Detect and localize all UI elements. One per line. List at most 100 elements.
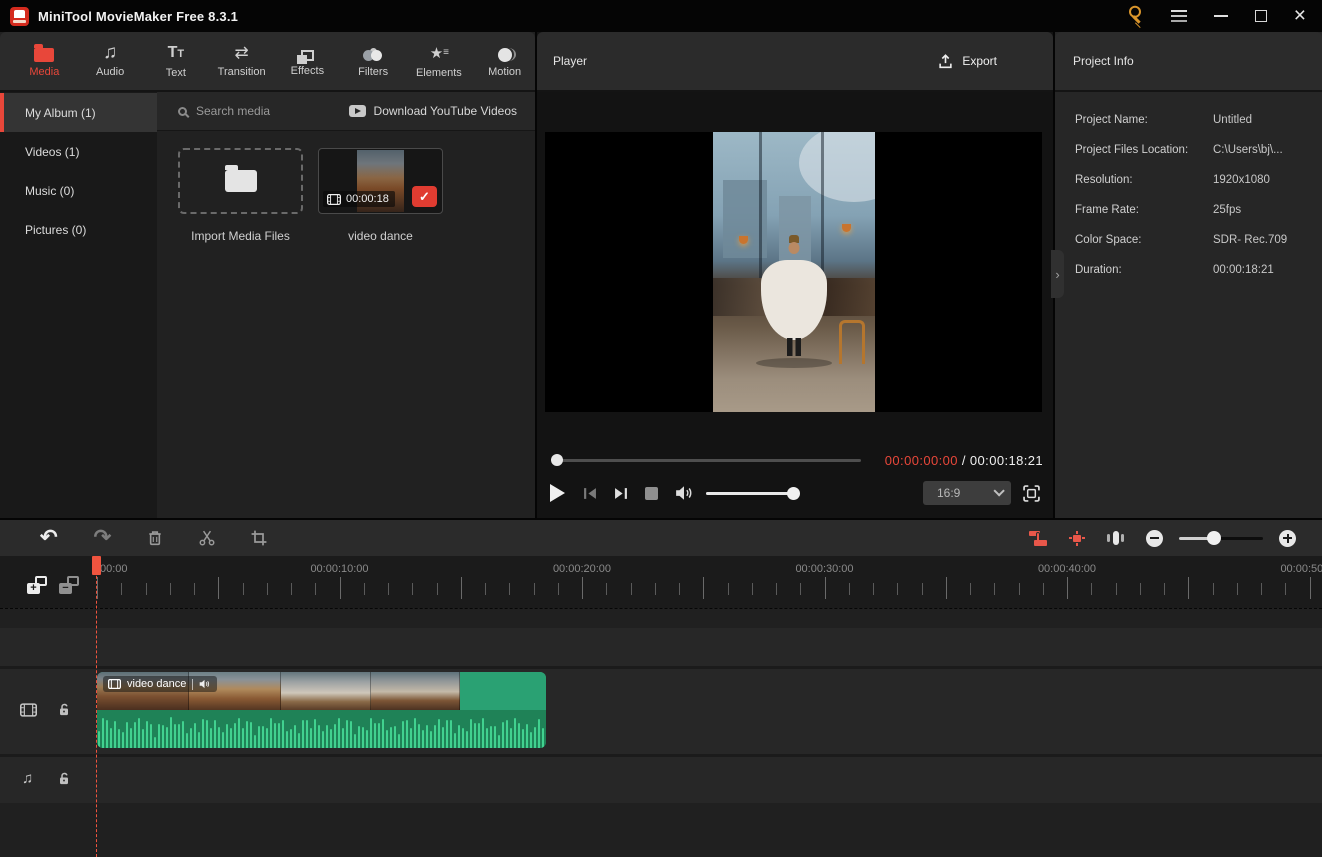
split-button[interactable] [199,530,215,546]
project-info-panel: Project Info Project Name: Untitled Proj… [1055,32,1322,518]
ruler-tick [1310,577,1311,599]
tab-motion[interactable]: Motion [474,32,535,90]
waveform-bar [278,723,280,748]
total-time: 00:00:18:21 [970,453,1043,468]
waveform-bar [190,728,192,748]
timeline-clip-video-dance[interactable]: video dance [97,672,546,748]
delete-button[interactable] [147,530,163,546]
next-frame-button[interactable] [614,487,628,500]
collapse-track-button[interactable]: − [59,576,79,594]
download-youtube-button[interactable]: Download YouTube Videos [349,104,517,118]
sidebar-item-my-album[interactable]: My Album (1) [0,93,157,132]
volume-slider[interactable] [706,492,799,495]
stop-button[interactable] [645,487,658,500]
video-track-lock-icon[interactable] [58,702,70,717]
redo-button[interactable]: ↷ [94,528,112,548]
waveform-bar [282,720,284,749]
tab-filters[interactable]: Filters [343,32,404,90]
waveform-bar [426,725,428,748]
video-preview-stage [545,132,1042,412]
collapse-panel-button[interactable]: › [1051,250,1064,298]
zoom-out-button[interactable] [1146,530,1163,547]
player-title: Player [553,54,587,68]
tab-effects[interactable]: Effects [277,32,338,90]
waveform-bar [534,727,536,748]
tab-media[interactable]: Media [14,32,75,90]
waveform-bar [382,719,384,749]
tab-transition[interactable]: ⇄ Transition [211,32,272,90]
waveform-bar [110,728,112,748]
waveform-bar [126,722,128,748]
tab-elements[interactable]: ★≡ Elements [409,32,470,90]
audio-track[interactable] [0,757,1322,803]
ruler-tick [243,583,244,595]
aspect-ratio-dropdown[interactable]: 16:9 [923,481,1011,505]
waveform-bar [538,719,540,748]
waveform-bar [498,735,500,748]
timeline-overlay-track[interactable] [0,628,1322,666]
seek-bar[interactable] [553,459,861,462]
film-icon [327,194,341,205]
zoom-in-button[interactable] [1279,530,1296,547]
snap-marker-icon[interactable] [1069,531,1085,546]
ruler-tick [534,583,535,595]
timeline-empty-area [0,803,1322,857]
waveform-bar [274,723,276,748]
fit-timeline-icon[interactable] [1107,530,1124,546]
library-panel: Media ♫ Audio TT Text ⇄ Transition Effec… [0,32,535,518]
video-frame [713,132,875,412]
waveform-bar [246,721,248,748]
waveform-bar [142,729,144,748]
sidebar-item-music[interactable]: Music (0) [0,171,157,210]
waveform-bar [390,727,392,748]
ruler-tick [315,583,316,595]
timeline-drop-row [0,608,1322,628]
tab-audio[interactable]: ♫ Audio [80,32,141,90]
audio-track-lock-icon[interactable] [58,771,70,786]
close-button[interactable]: × [1294,9,1306,23]
timeline-zoom-slider[interactable] [1179,537,1263,540]
timeline-ruler[interactable]: 00:0000:00:10:0000:00:20:0000:00:30:0000… [0,556,1322,608]
license-key-icon[interactable] [1122,3,1147,28]
waveform-bar [310,728,312,748]
undo-button[interactable]: ↶ [40,528,58,548]
waveform-bar [158,724,160,748]
zoom-slider-handle[interactable] [1207,531,1221,545]
attach-clip-icon[interactable] [1029,531,1047,546]
maximize-button[interactable] [1255,10,1267,22]
ruler-tick [267,583,268,595]
playhead-handle[interactable] [92,556,101,575]
volume-handle[interactable] [787,487,800,500]
search-input[interactable]: Search media [178,104,270,118]
fullscreen-button[interactable] [1023,485,1040,502]
sidebar-item-pictures[interactable]: Pictures (0) [0,210,157,249]
waveform-bar [318,725,320,748]
ruler-tick [146,583,147,595]
previous-frame-button[interactable] [583,487,597,500]
volume-icon[interactable] [675,485,693,501]
chevron-down-icon [993,485,1004,496]
tab-text[interactable]: TT Text [146,32,207,90]
media-clip-card[interactable]: 00:00:18 ✓ [318,148,443,214]
waveform-bar [542,728,544,748]
waveform-bar [522,729,524,748]
ruler-tick [873,583,874,595]
waveform-bar [402,721,404,748]
sidebar-item-videos[interactable]: Videos (1) [0,132,157,171]
ruler-tick [218,577,219,599]
import-media-button[interactable] [178,148,303,214]
ruler-tick [437,583,438,595]
seek-handle[interactable] [551,454,563,466]
waveform-bar [150,724,152,748]
crop-button[interactable] [251,530,267,546]
export-button[interactable]: Export [938,54,997,69]
search-placeholder: Search media [196,104,270,118]
add-track-button[interactable]: + [27,576,47,594]
waveform-bar [342,728,344,748]
play-button[interactable] [550,484,565,502]
waveform-bar [302,720,304,748]
elements-star-icon: ★≡ [430,44,448,63]
minimize-button[interactable] [1214,15,1228,17]
menu-icon[interactable] [1171,10,1187,22]
ruler-tick [606,583,607,595]
